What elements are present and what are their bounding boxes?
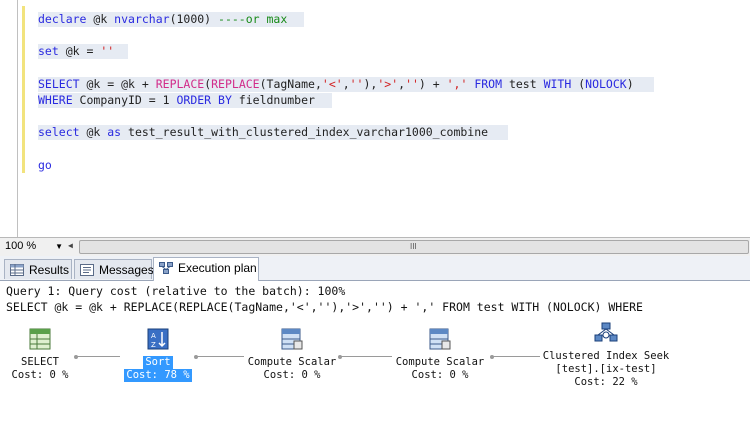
- code-line-4[interactable]: WHERE CompanyID = 1 ORDER BY fieldnumber: [38, 93, 332, 108]
- code-token: REPLACE: [211, 77, 260, 91]
- code-token: ',': [446, 77, 468, 91]
- plan-node-clustered-index-seek[interactable]: Clustered Index Seek [test].[ix-test] Co…: [534, 322, 678, 389]
- code-token: declare: [38, 12, 87, 26]
- plan-node-clustered-index-seek-name: Clustered Index Seek: [542, 350, 670, 362]
- code-token: WITH: [543, 77, 572, 91]
- code-line-6[interactable]: go: [38, 158, 52, 173]
- query-cost-line: Query 1: Query cost (relative to the bat…: [6, 284, 346, 298]
- results-tab-strip: Results Messages Execution plan: [0, 256, 750, 281]
- plan-node-sort[interactable]: A Z Sort Cost: 78 %: [118, 328, 198, 382]
- code-token: nvarchar: [114, 12, 170, 26]
- plan-node-compute-scalar-1-name: Compute Scalar: [247, 356, 337, 368]
- code-token: WHERE: [38, 93, 73, 107]
- plan-node-select-cost: Cost: 0 %: [11, 369, 69, 381]
- tab-execution-plan[interactable]: Execution plan: [153, 257, 259, 281]
- svg-text:Z: Z: [151, 341, 156, 349]
- code-token: ,: [342, 77, 350, 91]
- code-token: select: [38, 125, 80, 139]
- code-line-5[interactable]: select @k as test_result_with_clustered_…: [38, 125, 508, 140]
- code-token: REPLACE: [155, 77, 205, 91]
- plan-connector-1: [74, 354, 120, 359]
- grid-icon: [10, 264, 24, 276]
- code-token: fieldnumber: [231, 93, 315, 107]
- code-token: '': [349, 77, 364, 91]
- code-token: '>': [377, 77, 399, 91]
- plan-node-compute-scalar-1-cost: Cost: 0 %: [263, 369, 321, 381]
- plan-node-sort-cost: Cost: 78 %: [124, 369, 192, 382]
- code-token: (TagName,: [259, 77, 322, 91]
- plan-node-sort-name: Sort: [143, 356, 173, 369]
- editor-margin-line: [17, 0, 18, 237]
- code-token: @k: [79, 125, 108, 139]
- zoom-dropdown[interactable]: 100 % ▼: [2, 239, 66, 254]
- code-token: FROM: [467, 77, 509, 91]
- code-token: '': [100, 44, 115, 58]
- horizontal-scrollbar-thumb[interactable]: III: [79, 240, 749, 254]
- code-token: SELECT: [38, 77, 80, 91]
- modified-lines-marker: [22, 6, 25, 173]
- scroll-left-arrow-icon[interactable]: ◀: [68, 241, 76, 251]
- plan-node-compute-scalar-2[interactable]: Compute Scalar Cost: 0 %: [390, 328, 490, 382]
- query-sql-line: SELECT @k = @k + REPLACE(REPLACE(TagName…: [6, 300, 643, 314]
- code-line-2[interactable]: set @k = '': [38, 44, 128, 59]
- code-token: NOLOCK: [585, 77, 627, 91]
- code-line-3[interactable]: SELECT @k = @k + REPLACE(REPLACE(TagName…: [38, 77, 654, 92]
- code-token: ): [626, 77, 634, 91]
- tab-results-label: Results: [29, 263, 70, 277]
- code-token: as: [107, 125, 122, 139]
- svg-text:A: A: [151, 332, 156, 340]
- code-token: ),: [363, 77, 378, 91]
- plan-node-compute-scalar-2-name: Compute Scalar: [395, 356, 485, 368]
- select-icon: [29, 328, 51, 350]
- code-token: ORDER BY: [176, 93, 232, 107]
- code-token: ----or max: [218, 12, 288, 26]
- plan-node-compute-scalar-1[interactable]: Compute Scalar Cost: 0 %: [242, 328, 342, 382]
- tab-messages-label: Messages: [99, 263, 154, 277]
- code-token: test_result_with_clustered_index_varchar…: [121, 125, 489, 139]
- code-line-1[interactable]: declare @k nvarchar(1000) ----or max: [38, 12, 304, 27]
- plan-connector-3: [338, 354, 392, 359]
- tab-messages[interactable]: Messages: [74, 259, 154, 279]
- code-token: '<': [321, 77, 343, 91]
- code-token: @k = @k +: [79, 77, 156, 91]
- sort-icon: A Z: [147, 328, 169, 350]
- compute-scalar-icon: [429, 328, 451, 350]
- execution-plan-pane[interactable]: Query 1: Query cost (relative to the bat…: [0, 281, 750, 448]
- code-token: @k: [86, 12, 115, 26]
- plan-icon: [159, 262, 173, 274]
- chevron-down-icon: ▼: [55, 242, 63, 251]
- plan-connector-4: [490, 354, 540, 359]
- messages-icon: [80, 264, 94, 276]
- scrollbar-grip: III: [410, 242, 417, 251]
- zoom-value: 100 %: [5, 240, 37, 252]
- plan-node-compute-scalar-2-cost: Cost: 0 %: [411, 369, 469, 381]
- code-token: CompanyID = 1: [72, 93, 177, 107]
- tab-execution-plan-label: Execution plan: [178, 261, 257, 275]
- tab-results[interactable]: Results: [4, 259, 72, 279]
- clustered-index-seek-icon: [594, 322, 618, 342]
- editor-status-row: 100 % ▼ ◀ III: [0, 237, 750, 256]
- code-token: '': [405, 77, 419, 91]
- code-token: go: [38, 158, 52, 172]
- plan-node-select-name: SELECT: [21, 356, 59, 368]
- plan-node-clustered-index-seek-object: [test].[ix-test]: [555, 363, 657, 375]
- code-token: @k =: [58, 44, 101, 58]
- code-token: (: [571, 77, 586, 91]
- plan-node-select[interactable]: SELECT Cost: 0 %: [4, 328, 76, 382]
- compute-scalar-icon: [281, 328, 303, 350]
- code-token: (1000): [169, 12, 219, 26]
- plan-node-clustered-index-seek-cost: Cost: 22 %: [574, 376, 638, 388]
- code-token: ) +: [418, 77, 447, 91]
- query-editor[interactable]: declare @k nvarchar(1000) ----or max set…: [0, 0, 750, 237]
- code-token: test: [508, 77, 544, 91]
- plan-connector-2: [194, 354, 244, 359]
- code-token: set: [38, 44, 59, 58]
